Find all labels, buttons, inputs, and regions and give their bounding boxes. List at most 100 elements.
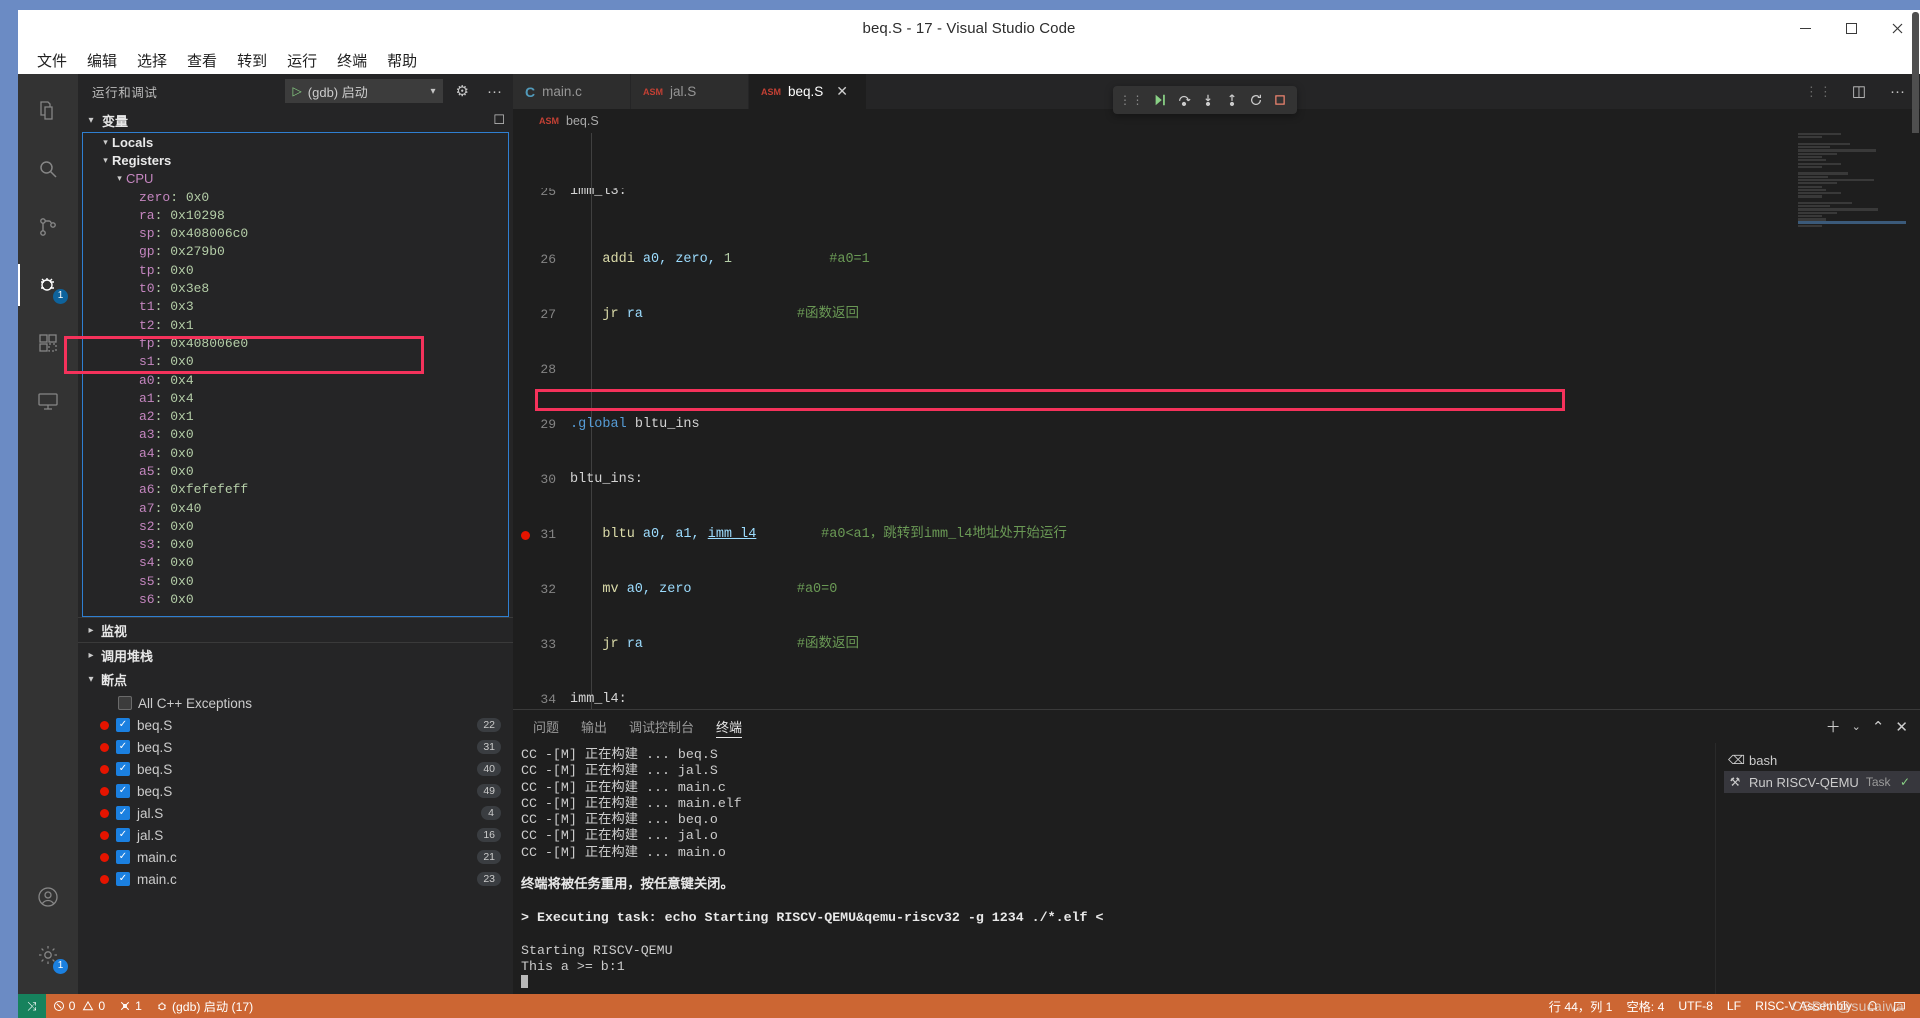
panel-tab-output[interactable]: 输出 — [581, 710, 607, 743]
register-row[interactable]: ra: 0x10298 — [83, 206, 508, 224]
register-row[interactable]: s5: 0x0 — [83, 572, 508, 590]
debug-toolbar[interactable]: ⋮⋮ — [1113, 86, 1297, 114]
activity-explorer-icon[interactable] — [18, 82, 78, 140]
debug-session-indicator[interactable]: (gdb) 启动 (17) — [149, 994, 260, 1018]
activity-settings-icon[interactable]: 1 — [18, 926, 78, 984]
split-editor-icon[interactable]: ◫ — [1847, 84, 1871, 99]
editor-more-icon[interactable]: ··· — [1885, 84, 1910, 99]
menu-terminal[interactable]: 终端 — [328, 47, 376, 74]
variables-tree[interactable]: ▾ Locals ▾ Registers ▾ CPU zero: 0x0 ra:… — [82, 132, 509, 617]
breakpoint-dot-icon[interactable] — [521, 531, 530, 540]
menu-run[interactable]: 运行 — [278, 47, 326, 74]
step-out-icon[interactable] — [1221, 89, 1243, 111]
register-row-a0[interactable]: a0: 0x4 — [83, 371, 508, 389]
encoding[interactable]: UTF-8 — [1671, 994, 1720, 1018]
checkbox-checked-icon[interactable]: ✓ — [116, 784, 130, 798]
section-callstack-header[interactable]: ▸ 调用堆栈 — [78, 642, 513, 667]
breakpoint-row[interactable]: ✓ main.c 23 — [78, 868, 513, 890]
breakpoint-row[interactable]: ✓ beq.S 49 — [78, 780, 513, 802]
code-line-breakpoint[interactable]: 31 bltu a0, a1, imm_l4...... #a0<a1，跳转到i… — [513, 526, 1920, 544]
language-mode[interactable]: RISC-V Assembly — [1748, 994, 1859, 1018]
bell-icon[interactable] — [1859, 994, 1886, 1018]
eol[interactable]: LF — [1720, 994, 1748, 1018]
panel-tab-debug-console[interactable]: 调试控制台 — [629, 710, 694, 743]
code-line[interactable]: 26 addi a0, zero, 1.......... #a0=1 — [513, 251, 1920, 269]
launch-config-dropdown[interactable]: ▷ (gdb) 启动 ▾ — [285, 79, 443, 103]
register-row[interactable]: sp: 0x408006c0 — [83, 224, 508, 242]
register-row[interactable]: a6: 0xfefefeff — [83, 481, 508, 499]
panel-tab-terminal[interactable]: 终端 — [716, 710, 742, 743]
code-line[interactable]: 33 jr ra................. #函数返回 — [513, 636, 1920, 654]
checkbox-checked-icon[interactable]: ✓ — [116, 806, 130, 820]
register-row[interactable]: tp: 0x0 — [83, 261, 508, 279]
panel-tab-problems[interactable]: 问题 — [533, 710, 559, 743]
register-row[interactable]: a3: 0x0 — [83, 426, 508, 444]
cursor-position[interactable]: 行 44，列 1 — [1542, 994, 1620, 1018]
code-line[interactable]: 30 bltu_ins: — [513, 471, 1920, 489]
code-line[interactable]: 32 mv a0, zero........... #a0=0 — [513, 581, 1920, 599]
code-line[interactable]: 34 imm_l4: — [513, 691, 1920, 709]
activity-remote-explorer-icon[interactable] — [18, 372, 78, 430]
terminal-list-item-bash[interactable]: ⌫ bash — [1724, 749, 1920, 771]
menu-view[interactable]: 查看 — [178, 47, 226, 74]
register-row[interactable]: t1: 0x3 — [83, 298, 508, 316]
maximize-panel-icon[interactable]: ⌃ — [1872, 718, 1885, 736]
maximize-icon[interactable] — [1828, 10, 1874, 46]
close-icon[interactable]: ✕ — [836, 83, 848, 100]
drag-handle-icon[interactable]: ⋮⋮ — [1119, 93, 1147, 107]
tree-item-locals[interactable]: ▾ Locals — [83, 133, 508, 151]
menu-goto[interactable]: 转到 — [228, 47, 276, 74]
problems-indicator[interactable]: 0 0 — [46, 994, 113, 1018]
menu-help[interactable]: 帮助 — [378, 47, 426, 74]
terminal-output[interactable]: CC -[M] 正在构建 ... beq.S CC -[M] 正在构建 ... … — [513, 743, 1715, 994]
section-breakpoints-header[interactable]: ▾ 断点 — [78, 667, 513, 692]
code-line[interactable]: 25 imm_l3: — [513, 188, 1920, 196]
register-row[interactable]: a4: 0x0 — [83, 444, 508, 462]
section-variables-header[interactable]: ▾ 变量 ☐ — [78, 108, 513, 132]
activity-search-icon[interactable] — [18, 140, 78, 198]
menu-edit[interactable]: 编辑 — [78, 47, 126, 74]
step-over-icon[interactable] — [1173, 89, 1195, 111]
ports-indicator[interactable]: 1 — [112, 994, 149, 1018]
stop-icon[interactable] — [1269, 89, 1291, 111]
restart-icon[interactable] — [1245, 89, 1267, 111]
code-line[interactable]: 27 jr ra................. #函数返回 — [513, 306, 1920, 324]
breakpoint-row[interactable]: ✓ jal.S 4 — [78, 802, 513, 824]
breakpoint-row[interactable]: ✓ beq.S 31 — [78, 736, 513, 758]
minimize-icon[interactable] — [1782, 10, 1828, 46]
breakpoint-row[interactable]: ✓ beq.S 22 — [78, 714, 513, 736]
register-row[interactable]: t0: 0x3e8 — [83, 279, 508, 297]
register-row[interactable]: a2: 0x1 — [83, 407, 508, 425]
close-icon[interactable] — [1874, 10, 1920, 46]
continue-icon[interactable] — [1149, 89, 1171, 111]
code-editor[interactable]: 25 imm_l3: 26 addi a0, zero, 1..........… — [513, 133, 1920, 709]
new-terminal-icon[interactable]: ＋ — [1826, 716, 1841, 737]
tree-item-registers[interactable]: ▾ Registers — [83, 151, 508, 169]
activity-accounts-icon[interactable] — [18, 868, 78, 926]
register-row[interactable]: s1: 0x0 — [83, 353, 508, 371]
chevron-down-icon[interactable]: ⌄ — [1852, 720, 1861, 733]
breakpoint-row[interactable]: ✓ main.c 21 — [78, 846, 513, 868]
play-icon[interactable]: ▷ — [293, 85, 302, 97]
breakpoint-exception-row[interactable]: All C++ Exceptions — [78, 692, 513, 714]
tab-main-c[interactable]: C main.c — [513, 74, 631, 109]
activity-source-control-icon[interactable] — [18, 198, 78, 256]
activity-extensions-icon[interactable] — [18, 314, 78, 372]
checkbox-unchecked-icon[interactable] — [118, 696, 132, 710]
register-row[interactable]: s3: 0x0 — [83, 536, 508, 554]
breakpoint-row[interactable]: ✓ beq.S 40 — [78, 758, 513, 780]
checkbox-checked-icon[interactable]: ✓ — [116, 740, 130, 754]
checkbox-checked-icon[interactable]: ✓ — [116, 850, 130, 864]
remote-indicator[interactable]: ⤨ — [18, 994, 46, 1018]
register-row[interactable]: s2: 0x0 — [83, 517, 508, 535]
menu-select[interactable]: 选择 — [128, 47, 176, 74]
close-panel-icon[interactable]: ✕ — [1895, 718, 1908, 736]
menu-file[interactable]: 文件 — [28, 47, 76, 74]
register-row-a1[interactable]: a1: 0x4 — [83, 389, 508, 407]
register-row[interactable]: a7: 0x40 — [83, 499, 508, 517]
code-line[interactable]: 29 .global bltu_ins — [513, 416, 1920, 434]
feedback-icon[interactable] — [1886, 994, 1920, 1018]
register-row[interactable]: zero: 0x0 — [83, 188, 508, 206]
checkbox-checked-icon[interactable]: ✓ — [116, 762, 130, 776]
register-row[interactable]: s4: 0x0 — [83, 554, 508, 572]
